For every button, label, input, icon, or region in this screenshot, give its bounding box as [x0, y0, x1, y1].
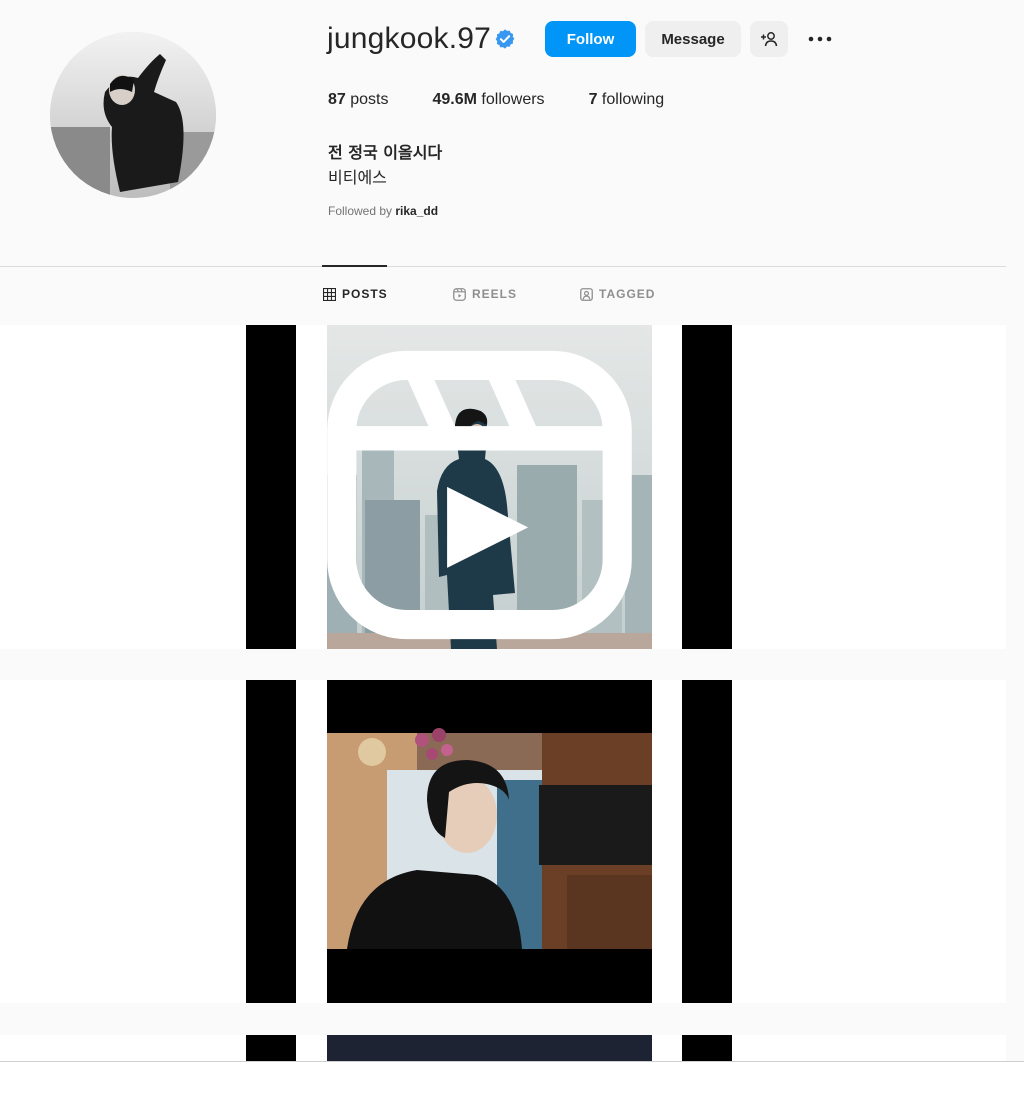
post-tile-left[interactable] [246, 680, 296, 1003]
reel-indicator-icon [327, 350, 632, 640]
suggest-user-button[interactable] [750, 21, 788, 57]
profile-username: jungkook.97 [327, 22, 491, 55]
profile-bio: 비티에스 [328, 168, 387, 187]
post-tile-right[interactable] [682, 1035, 732, 1061]
profile-stats: 87 posts 49.6M followers 7 following [328, 91, 708, 109]
followers-label: followers [481, 91, 545, 108]
tagged-icon [580, 287, 593, 301]
followed-by-prefix: Followed by [328, 204, 393, 218]
following-label: following [601, 91, 665, 108]
post-tile-selfie[interactable] [327, 680, 652, 1003]
add-person-icon [761, 32, 778, 47]
profile-avatar[interactable] [50, 32, 216, 198]
posts-count: 87 [328, 91, 346, 108]
grid-icon [323, 287, 336, 301]
verified-badge-icon [495, 29, 515, 49]
tab-tagged[interactable]: TAGGED [580, 287, 655, 301]
window-bottom-area [0, 1062, 1024, 1115]
profile-full-name: 전 정국 이올시다 [328, 143, 443, 162]
tab-reels-label: REELS [472, 287, 518, 301]
tabs-divider [0, 266, 1006, 267]
post-tile-right[interactable] [682, 325, 732, 649]
active-tab-indicator [322, 265, 387, 267]
post-tile-left[interactable] [246, 1035, 296, 1061]
message-button[interactable]: Message [645, 21, 741, 57]
avatar-image [50, 32, 216, 198]
post-image [327, 680, 652, 1003]
following-count: 7 [588, 91, 598, 108]
tab-posts[interactable]: POSTS [323, 287, 388, 301]
more-options-button[interactable] [800, 21, 840, 57]
tab-posts-label: POSTS [342, 287, 388, 301]
following-stat[interactable]: 7 following [589, 91, 665, 109]
reels-icon [453, 287, 466, 301]
post-tile-reel-city[interactable] [327, 325, 652, 649]
followed-by-user[interactable]: rika_dd [395, 204, 438, 218]
more-options-icon [808, 36, 832, 42]
posts-label: posts [350, 91, 389, 108]
post-tile-right[interactable] [682, 680, 732, 1003]
tab-reels[interactable]: REELS [453, 287, 517, 301]
followers-stat[interactable]: 49.6M followers [433, 91, 545, 109]
post-tile-partial[interactable] [327, 1035, 652, 1061]
posts-stat: 87 posts [328, 91, 389, 109]
followed-by-text[interactable]: Followed by rika_dd [328, 204, 438, 218]
followers-count: 49.6M [432, 91, 477, 108]
post-tile-left[interactable] [246, 325, 296, 649]
tab-tagged-label: TAGGED [599, 287, 656, 301]
follow-button[interactable]: Follow [545, 21, 636, 57]
